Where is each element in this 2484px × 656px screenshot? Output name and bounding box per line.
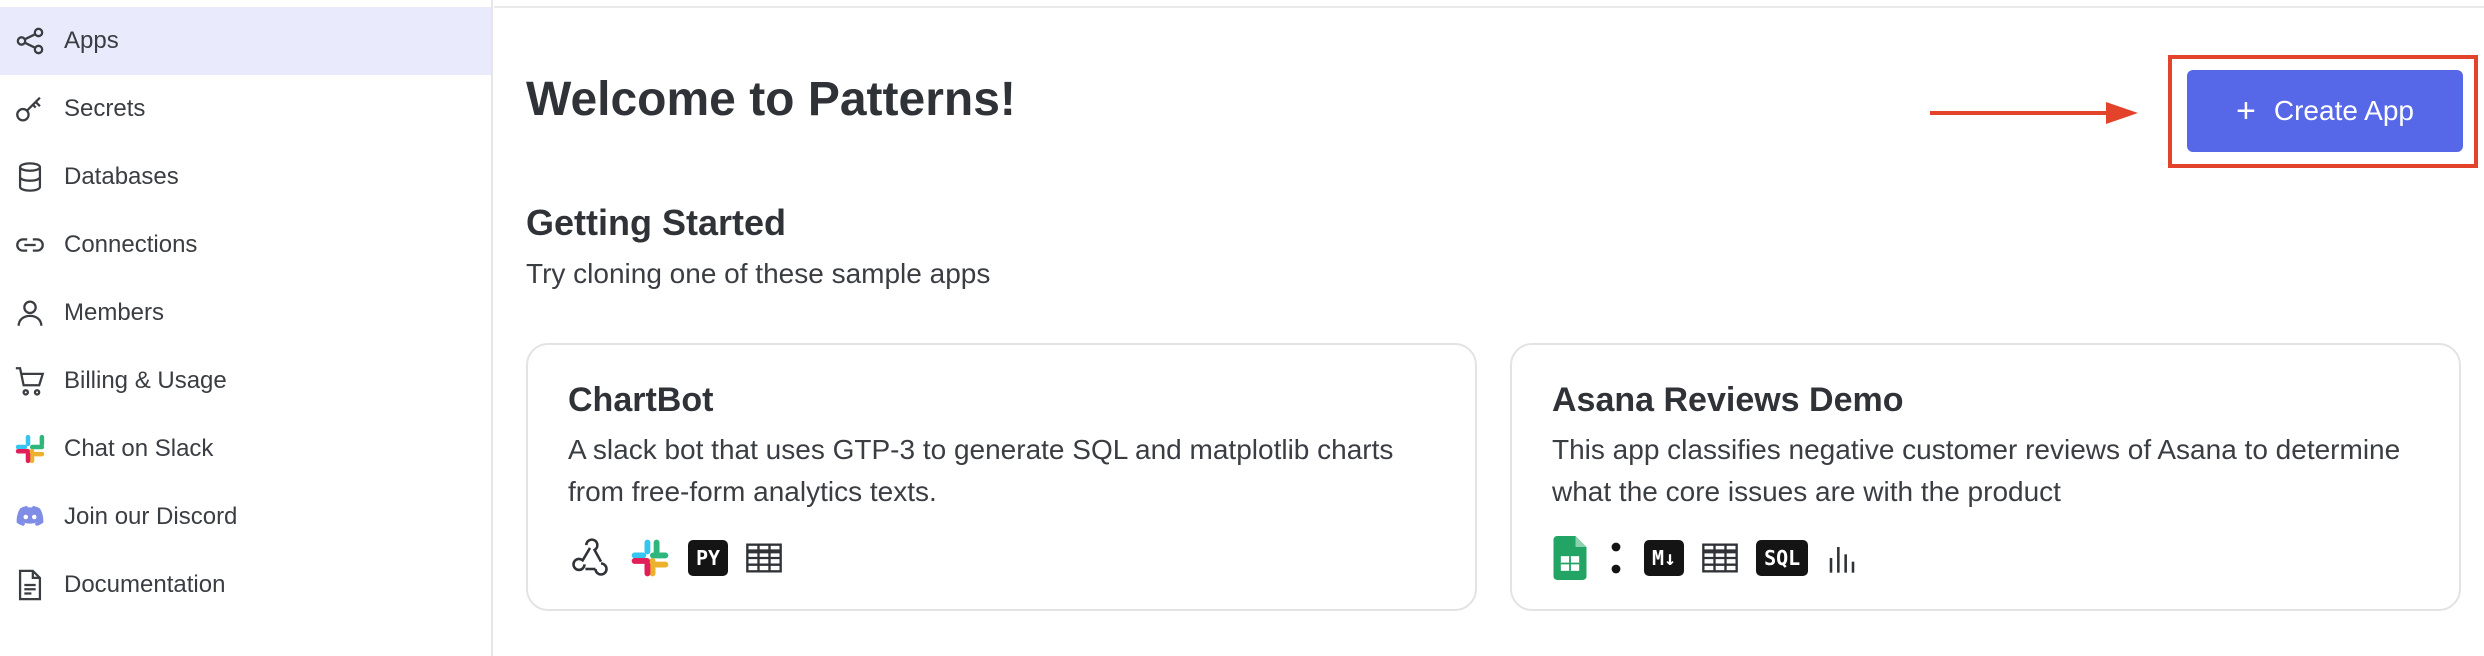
create-app-button[interactable]: + Create App bbox=[2187, 70, 2463, 152]
sidebar-item-label: Secrets bbox=[64, 95, 146, 122]
python-badge: PY bbox=[688, 540, 729, 576]
getting-started-subtitle: Try cloning one of these sample apps bbox=[526, 258, 991, 289]
user-icon bbox=[12, 295, 48, 331]
discord-icon bbox=[12, 499, 48, 535]
cart-icon bbox=[12, 363, 48, 399]
card-description: This app classifies negative customer re… bbox=[1552, 434, 2401, 507]
arrow-annotation bbox=[1930, 102, 2138, 124]
sidebar-item-label: Billing & Usage bbox=[64, 367, 227, 394]
sidebar-item-label: Chat on Slack bbox=[64, 435, 214, 462]
sample-app-card-asana[interactable]: Asana Reviews Demo This app classifies n… bbox=[1510, 343, 2461, 611]
sidebar-item-members[interactable]: Members bbox=[0, 279, 491, 347]
getting-started-title: Getting Started bbox=[526, 202, 787, 243]
markdown-badge: M↓ bbox=[1644, 540, 1685, 576]
sidebar-item-label: Databases bbox=[64, 163, 179, 190]
card-description: A slack bot that uses GTP-3 to generate … bbox=[568, 434, 1394, 507]
table-icon bbox=[1700, 536, 1740, 580]
sidebar-item-documentation[interactable]: Documentation bbox=[0, 551, 491, 619]
sidebar-item-secrets[interactable]: Secrets bbox=[0, 75, 491, 143]
openai-icon bbox=[1604, 536, 1628, 580]
sidebar-item-connections[interactable]: Connections bbox=[0, 211, 491, 279]
sidebar-item-label: Connections bbox=[64, 231, 198, 258]
sidebar-item-label: Apps bbox=[64, 27, 119, 54]
sidebar-item-apps[interactable]: Apps bbox=[0, 7, 491, 75]
page-title: Welcome to Patterns! bbox=[526, 73, 1016, 126]
google-sheets-icon bbox=[1552, 536, 1588, 580]
share-nodes-icon bbox=[12, 23, 48, 59]
bar-chart-icon bbox=[1824, 536, 1860, 580]
sql-badge: SQL bbox=[1756, 540, 1809, 576]
create-app-label: Create App bbox=[2273, 95, 2414, 126]
document-icon bbox=[12, 567, 48, 603]
key-icon bbox=[12, 91, 48, 127]
sidebar: Apps Secrets Databases Connections Membe… bbox=[0, 0, 493, 656]
slack-icon bbox=[12, 431, 48, 467]
sample-app-card-chartbot[interactable]: ChartBot A slack bot that uses GTP-3 to … bbox=[526, 343, 1477, 611]
slack-icon bbox=[628, 536, 672, 580]
top-divider bbox=[494, 6, 2484, 8]
card-title: ChartBot bbox=[568, 381, 714, 419]
plus-icon: + bbox=[2236, 92, 2256, 130]
sidebar-item-slack[interactable]: Chat on Slack bbox=[0, 415, 491, 483]
sidebar-item-discord[interactable]: Join our Discord bbox=[0, 483, 491, 551]
link-icon bbox=[12, 227, 48, 263]
database-icon bbox=[12, 159, 48, 195]
sidebar-item-billing[interactable]: Billing & Usage bbox=[0, 347, 491, 415]
sidebar-item-databases[interactable]: Databases bbox=[0, 143, 491, 211]
card-icon-row: M↓ SQL bbox=[1552, 535, 1876, 581]
card-title: Asana Reviews Demo bbox=[1552, 381, 1904, 419]
webhook-icon bbox=[568, 536, 612, 580]
sidebar-item-label: Join our Discord bbox=[64, 503, 238, 530]
table-icon bbox=[744, 536, 784, 580]
card-icon-row: PY bbox=[568, 535, 800, 581]
sidebar-item-label: Documentation bbox=[64, 571, 226, 598]
sidebar-item-label: Members bbox=[64, 299, 165, 326]
